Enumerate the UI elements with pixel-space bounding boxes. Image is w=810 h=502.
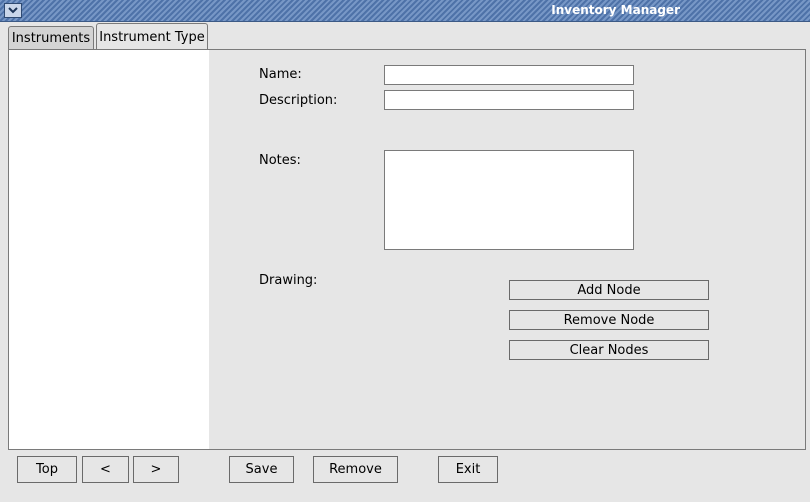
- instrument-type-list[interactable]: [9, 50, 209, 449]
- title-bar[interactable]: Inventory Manager: [0, 0, 810, 22]
- tab-instruments[interactable]: Instruments: [8, 26, 94, 50]
- remove-button[interactable]: Remove: [313, 456, 398, 483]
- name-field[interactable]: [384, 65, 634, 85]
- exit-button[interactable]: Exit: [438, 456, 498, 483]
- chevron-down-icon: [8, 3, 18, 18]
- description-field[interactable]: [384, 90, 634, 110]
- description-label: Description:: [259, 93, 338, 108]
- add-node-button[interactable]: Add Node: [509, 280, 709, 300]
- notes-textarea[interactable]: [384, 150, 634, 250]
- name-label: Name:: [259, 67, 302, 82]
- top-button[interactable]: Top: [17, 456, 77, 483]
- window-menu-button[interactable]: [4, 3, 22, 18]
- previous-button[interactable]: <: [82, 456, 129, 483]
- next-button[interactable]: >: [133, 456, 179, 483]
- save-button[interactable]: Save: [229, 456, 294, 483]
- window-title: Inventory Manager: [551, 3, 680, 17]
- drawing-label: Drawing:: [259, 273, 318, 288]
- notes-label: Notes:: [259, 153, 301, 168]
- remove-node-button[interactable]: Remove Node: [509, 310, 709, 330]
- clear-nodes-button[interactable]: Clear Nodes: [509, 340, 709, 360]
- tab-instrument-type[interactable]: Instrument Type: [96, 23, 208, 50]
